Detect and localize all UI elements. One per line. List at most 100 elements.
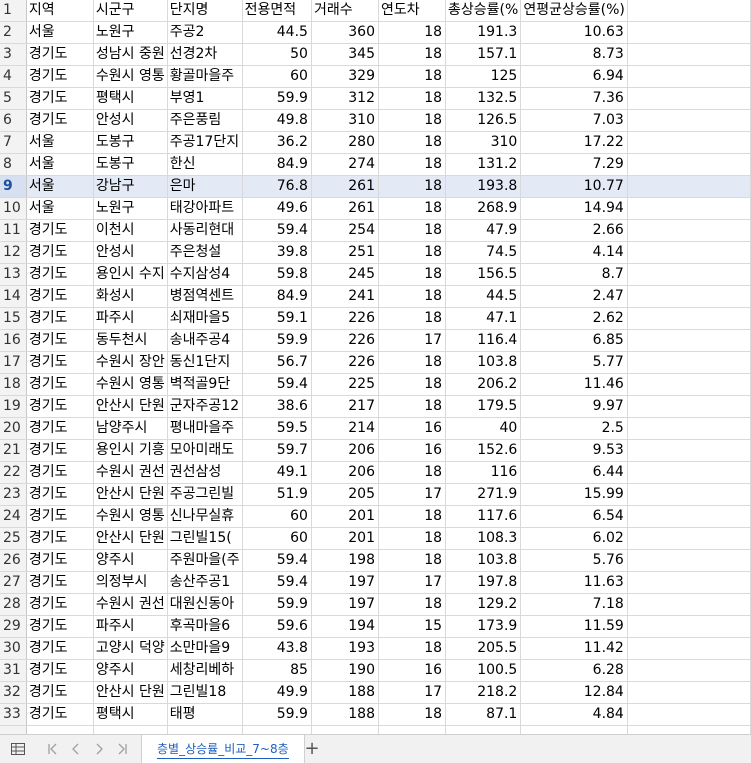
cell[interactable]: 서울 <box>26 153 94 176</box>
cell[interactable]: 강남구 <box>93 175 168 198</box>
cell[interactable]: 18 <box>378 725 447 734</box>
cell[interactable]: 태평 <box>167 703 243 726</box>
cell[interactable]: 신나무실휴 <box>167 505 243 528</box>
cell[interactable]: 59.4 <box>242 571 312 594</box>
row-header[interactable]: 29 <box>0 615 27 638</box>
table-row[interactable]: 7 서울 도봉구 주공17단지 36.2 280 18 310 17.22 <box>0 131 751 154</box>
row-header[interactable]: 22 <box>0 461 27 484</box>
column-header-cell[interactable]: 지역 <box>26 0 94 22</box>
cell[interactable]: 18 <box>378 153 447 176</box>
row-header[interactable]: 30 <box>0 637 27 660</box>
cell[interactable]: 18 <box>378 373 447 396</box>
cell[interactable]: 49.9 <box>242 681 312 704</box>
cell[interactable]: 양주시 <box>93 659 168 682</box>
cell[interactable]: 179.5 <box>445 395 522 418</box>
cell[interactable]: 병점역센트 <box>167 285 243 308</box>
cell[interactable]: 18 <box>378 109 447 132</box>
cell[interactable]: 11.42 <box>520 637 628 660</box>
cell[interactable]: 18 <box>378 307 447 330</box>
cell[interactable]: 11.59 <box>520 615 628 638</box>
empty-cell[interactable] <box>627 175 751 198</box>
cell[interactable]: 116.4 <box>445 329 522 352</box>
cell[interactable]: 경기도 <box>26 703 94 726</box>
cell[interactable]: 261 <box>311 175 379 198</box>
cell[interactable]: 경기도 <box>26 549 94 572</box>
sheet-tab-active[interactable]: 층별_상승률_비교_7~8층 <box>141 735 305 763</box>
table-row[interactable]: 29 경기도 파주시 후곡마을6 59.6 194 15 173.9 11.59 <box>0 615 751 638</box>
empty-cell[interactable] <box>627 505 751 528</box>
cell[interactable]: 용인시 기흥 <box>93 439 168 462</box>
cell[interactable]: 황골마을주 <box>167 65 243 88</box>
header-row[interactable]: 1 지역 시군구 단지명 전용면적 거래수 연도차 총상승률(% 연평균상승률(%) <box>0 0 751 22</box>
row-header[interactable]: 31 <box>0 659 27 682</box>
empty-cell[interactable] <box>627 659 751 682</box>
cell[interactable]: 주은풍림 <box>167 109 243 132</box>
cell[interactable]: 56.7 <box>242 351 312 374</box>
cell[interactable]: 경기도 <box>26 373 94 396</box>
cell[interactable]: 경기도 <box>26 659 94 682</box>
cell[interactable]: 193.8 <box>445 175 522 198</box>
column-header-cell[interactable]: 총상승률(% <box>445 0 522 22</box>
cell[interactable]: 188 <box>311 681 379 704</box>
cell[interactable]: 10.77 <box>520 175 628 198</box>
cell[interactable]: 성남시 중원 <box>93 43 168 66</box>
cell[interactable]: 경기도 <box>26 87 94 110</box>
cell[interactable]: 주공2 <box>167 21 243 44</box>
table-row[interactable]: 27 경기도 의정부시 송산주공1 59.4 197 17 197.8 11.63 <box>0 571 751 594</box>
table-row[interactable]: 6 경기도 안성시 주은풍림 49.8 310 18 126.5 7.03 <box>0 109 751 132</box>
cell[interactable]: 188 <box>311 703 379 726</box>
cell[interactable]: 117.6 <box>445 505 522 528</box>
cell[interactable]: 15.99 <box>520 483 628 506</box>
cell[interactable]: 동두천시 <box>93 329 168 352</box>
empty-cell[interactable] <box>627 285 751 308</box>
cell[interactable]: 서울 <box>26 175 94 198</box>
cell[interactable]: 경기도 <box>26 637 94 660</box>
table-row[interactable]: 31 경기도 양주시 세창리베하 85 190 16 100.5 6.28 <box>0 659 751 682</box>
column-header-cell[interactable]: 거래수 <box>311 0 379 22</box>
cell[interactable]: 218.2 <box>445 681 522 704</box>
cell[interactable]: 안산시 단원 <box>93 681 168 704</box>
table-row[interactable]: 16 경기도 동두천시 송내주공4 59.9 226 17 116.4 6.85 <box>0 329 751 352</box>
cell[interactable]: 2.5 <box>520 417 628 440</box>
table-row[interactable]: 13 경기도 용인시 수지 수지삼성4 59.8 245 18 156.5 8.7 <box>0 263 751 286</box>
cell[interactable]: 의정부시 <box>93 571 168 594</box>
cell[interactable]: 271.9 <box>445 483 522 506</box>
cell[interactable]: 경기도 <box>26 285 94 308</box>
table-row[interactable]: 5 경기도 평택시 부영1 59.9 312 18 132.5 7.36 <box>0 87 751 110</box>
row-header[interactable]: 13 <box>0 263 27 286</box>
empty-cell[interactable] <box>627 549 751 572</box>
cell[interactable]: 경기도 <box>26 483 94 506</box>
cell[interactable]: 312 <box>311 87 379 110</box>
cell[interactable]: 268.9 <box>445 197 522 220</box>
cell[interactable]: 벽적골9단 <box>167 373 243 396</box>
row-header[interactable]: 26 <box>0 549 27 572</box>
cell[interactable]: 18 <box>378 549 447 572</box>
cell[interactable]: 156.5 <box>445 263 522 286</box>
cell[interactable]: 18 <box>378 43 447 66</box>
cell[interactable]: 10.63 <box>520 21 628 44</box>
cell[interactable]: 2.47 <box>520 285 628 308</box>
column-header-cell[interactable]: 전용면적 <box>242 0 312 22</box>
cell[interactable]: 16 <box>378 439 447 462</box>
cell[interactable]: 수원시 영통 <box>93 505 168 528</box>
cell[interactable]: 2.66 <box>520 219 628 242</box>
row-header[interactable]: 28 <box>0 593 27 616</box>
cell[interactable]: 그린빌15( <box>167 527 243 550</box>
table-row[interactable]: 32 경기도 안산시 단원 그린빌18 49.9 188 17 218.2 12.84 <box>0 681 751 704</box>
cell[interactable]: 50 <box>242 43 312 66</box>
cell[interactable]: 131.2 <box>445 153 522 176</box>
table-row[interactable]: 8 서울 도봉구 한신 84.9 274 18 131.2 7.29 <box>0 153 751 176</box>
cell[interactable]: 주공그린빌 <box>167 483 243 506</box>
cell[interactable]: 226 <box>311 307 379 330</box>
cell[interactable]: 주공17단지 <box>167 131 243 154</box>
empty-cell[interactable] <box>627 219 751 242</box>
cell[interactable]: 쇠재마을5 <box>167 307 243 330</box>
cell[interactable]: 경기도 <box>26 43 94 66</box>
row-header[interactable]: 14 <box>0 285 27 308</box>
empty-cell[interactable] <box>627 725 751 734</box>
cell[interactable]: 310 <box>311 109 379 132</box>
cell[interactable]: 그린빌18 <box>167 681 243 704</box>
cell[interactable]: 18 <box>378 131 447 154</box>
cell[interactable]: 206 <box>311 461 379 484</box>
empty-cell[interactable] <box>627 263 751 286</box>
